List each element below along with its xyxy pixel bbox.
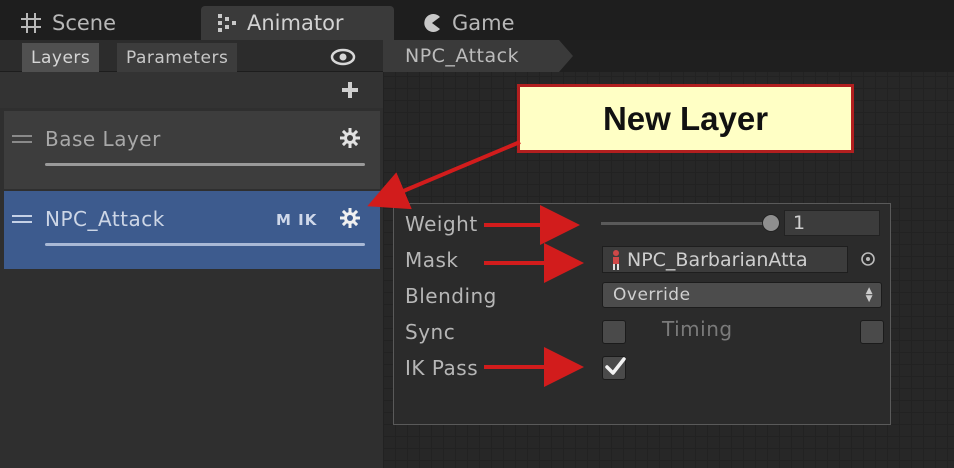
animator-icon [218, 14, 236, 32]
tab-game-label: Game [452, 11, 515, 35]
avatar-mask-icon [613, 249, 619, 270]
new-layer-callout: New Layer [517, 84, 854, 153]
breadcrumb-bar: NPC_Attack [383, 40, 954, 72]
tab-animator[interactable]: Animator [201, 6, 394, 40]
layer-name: Base Layer [45, 127, 161, 151]
drag-handle-icon[interactable] [12, 135, 32, 147]
layer-weight-bar [45, 243, 365, 246]
sync-label: Sync [405, 320, 456, 344]
window-tab-bar: Scene Animator Game [0, 0, 954, 40]
tab-game[interactable]: Game [406, 6, 531, 40]
drag-handle-icon[interactable] [12, 215, 32, 227]
breadcrumb[interactable]: NPC_Attack [383, 40, 573, 72]
tab-layers[interactable]: Layers [22, 43, 100, 72]
gear-icon[interactable] [339, 207, 361, 229]
gear-icon[interactable] [339, 127, 361, 149]
blending-value: Override [613, 285, 691, 305]
tab-animator-label: Animator [247, 11, 344, 35]
layer-settings-popup: Weight 1 Mask NPC_BarbarianAtta Blending… [393, 203, 891, 425]
weight-value-field[interactable]: 1 [784, 210, 880, 236]
tab-scene[interactable]: Scene [4, 6, 132, 40]
weight-slider[interactable] [601, 222, 771, 225]
grid-icon [21, 13, 41, 33]
object-picker-icon[interactable] [860, 251, 876, 267]
mask-value: NPC_BarbarianAtta [627, 248, 808, 271]
ik-pass-checkbox[interactable] [602, 356, 626, 380]
layer-weight-bar [45, 163, 365, 166]
sync-checkbox[interactable] [602, 320, 626, 344]
layer-item-base-layer[interactable]: Base Layer [4, 111, 380, 189]
dropdown-arrows-icon: ▲ ▼ [865, 286, 873, 304]
layer-list: Base Layer NPC_Attack M IK [0, 108, 383, 468]
layers-panel: Layers Parameters Base Layer NPC_Attack … [0, 40, 383, 468]
layer-item-npc-attack[interactable]: NPC_Attack M IK [4, 191, 380, 269]
timing-checkbox[interactable] [860, 320, 884, 344]
timing-label: Timing [662, 317, 733, 341]
weight-label: Weight [405, 212, 478, 236]
pacman-icon [424, 14, 440, 33]
mask-label: Mask [405, 248, 459, 272]
blending-dropdown[interactable]: Override ▲ ▼ [602, 282, 882, 308]
blending-label: Blending [405, 284, 497, 308]
tab-scene-label: Scene [52, 11, 117, 35]
layer-name: NPC_Attack [45, 207, 165, 231]
layer-badges: M IK [276, 211, 318, 229]
eye-icon[interactable] [330, 48, 356, 66]
ik-pass-label: IK Pass [405, 356, 479, 380]
tab-parameters[interactable]: Parameters [117, 43, 238, 72]
weight-slider-handle[interactable] [762, 214, 780, 232]
panel-tab-bar: Layers Parameters [0, 40, 383, 72]
mask-field[interactable]: NPC_BarbarianAtta [602, 246, 848, 273]
add-layer-button[interactable] [338, 78, 362, 102]
plus-icon [342, 82, 358, 98]
checkmark-icon [605, 357, 626, 375]
